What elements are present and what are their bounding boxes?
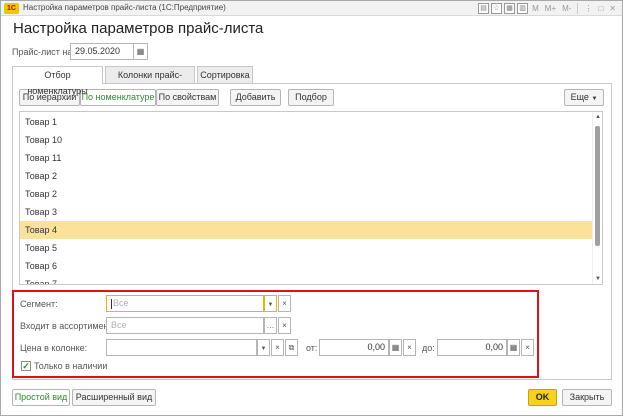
clear-icon: × [282, 321, 287, 330]
calculator-icon: ▦ [509, 343, 518, 352]
title-bar: 1С Настройка параметров прайс-листа (1С:… [1, 1, 622, 16]
in-stock-checkbox[interactable]: ✓ [21, 361, 31, 371]
toolbar-divider [577, 3, 579, 14]
calendar-icon[interactable]: ▦ [504, 3, 516, 14]
app-logo-icon: 1С [4, 3, 19, 14]
list-item[interactable]: Товар 2 [20, 167, 593, 185]
ellipsis-icon: … [266, 321, 275, 330]
list-scrollbar[interactable]: ▲ ▼ [592, 112, 602, 284]
pricelist-date-label: Прайс-лист на: [12, 47, 75, 57]
more-button[interactable]: Еще ▼ [564, 89, 604, 106]
segment-clear-button[interactable]: × [278, 295, 291, 312]
list-item[interactable]: Товар 5 [20, 239, 593, 257]
text-cursor [111, 298, 112, 309]
by-nomenclature-button[interactable]: По номенклатуре [80, 89, 156, 106]
price-to-calculator-button[interactable]: ▦ [507, 339, 520, 356]
segment-field[interactable]: Все [106, 295, 264, 312]
tab-sorting[interactable]: Сортировка [197, 66, 253, 83]
simple-view-button[interactable]: Простой вид [12, 389, 70, 406]
close-icon[interactable]: ✕ [607, 4, 618, 13]
segment-dropdown-button[interactable]: ▼ [264, 295, 277, 312]
price-column-open-button[interactable]: ⧉ [285, 339, 298, 356]
list-item-selected[interactable]: Товар 4 [20, 221, 593, 239]
memory-minus-button[interactable]: M- [560, 4, 573, 13]
maximize-icon[interactable]: □ [596, 4, 605, 13]
clear-icon: × [525, 343, 530, 352]
chevron-down-icon: ▼ [267, 302, 274, 308]
dialog-window: 1С Настройка параметров прайс-листа (1С:… [0, 0, 623, 416]
by-properties-button[interactable]: По свойствам [156, 89, 219, 106]
assortment-field[interactable]: Все [106, 317, 264, 334]
assortment-label: Входит в ассортимент: [20, 321, 116, 331]
price-column-field[interactable] [106, 339, 257, 356]
chevron-down-icon: ▼ [591, 96, 598, 102]
memory-plus-button[interactable]: M+ [543, 4, 558, 13]
price-from-label: от: [306, 343, 318, 353]
pricelist-date-field[interactable]: 29.05.2020 [70, 43, 134, 60]
segment-placeholder: Все [113, 298, 129, 308]
price-from-clear-button[interactable]: × [403, 339, 416, 356]
list-item[interactable]: Товар 3 [20, 203, 593, 221]
assortment-select-button[interactable]: … [264, 317, 277, 334]
menu-icon[interactable]: ⋮ [582, 4, 594, 13]
add-button[interactable]: Добавить [230, 89, 281, 106]
close-button[interactable]: Закрыть [562, 389, 612, 406]
memory-button[interactable]: M [530, 4, 541, 13]
extended-view-button[interactable]: Расширенный вид [72, 389, 156, 406]
calculator-icon[interactable]: ▥ [517, 3, 529, 14]
ok-button[interactable]: OK [528, 389, 557, 406]
window-title: Настройка параметров прайс-листа (1С:Пре… [23, 3, 226, 12]
list-item[interactable]: Товар 7 [20, 275, 593, 284]
price-to-field[interactable]: 0,00 [437, 339, 507, 356]
document-icon[interactable]: ▤ [478, 3, 490, 14]
more-button-label: Еще [570, 92, 589, 102]
form-title: Настройка параметров прайс-листа [13, 20, 264, 37]
favorites-icon[interactable]: ☆ [491, 3, 503, 14]
checkmark-icon: ✓ [22, 361, 30, 371]
clear-icon: × [407, 343, 412, 352]
assortment-placeholder: Все [111, 320, 127, 330]
open-form-icon: ⧉ [288, 343, 295, 352]
segment-label: Сегмент: [20, 299, 58, 309]
assortment-clear-button[interactable]: × [278, 317, 291, 334]
in-stock-label[interactable]: Только в наличии [34, 361, 107, 371]
calculator-icon: ▦ [391, 343, 400, 352]
price-from-field[interactable]: 0,00 [319, 339, 389, 356]
title-toolbar: ▤ ☆ ▦ ▥ M M+ M- ⋮ □ ✕ [478, 2, 618, 15]
clear-icon: × [275, 343, 280, 352]
price-from-calculator-button[interactable]: ▦ [389, 339, 402, 356]
price-column-clear-button[interactable]: × [271, 339, 284, 356]
price-column-label: Цена в колонке: [20, 343, 88, 353]
list-item[interactable]: Товар 10 [20, 131, 593, 149]
scroll-down-icon[interactable]: ▼ [594, 275, 602, 283]
tab-pricelist-columns[interactable]: Колонки прайс-листа [105, 66, 195, 96]
price-to-clear-button[interactable]: × [521, 339, 534, 356]
chevron-down-icon: ▼ [260, 346, 267, 352]
clear-icon: × [282, 299, 287, 308]
price-column-dropdown-button[interactable]: ▼ [257, 339, 270, 356]
tab-nomenclature-filter[interactable]: Отбор номенклатуры [12, 66, 103, 96]
nomenclature-list[interactable]: Товар 1 Товар 10 Товар 11 Товар 2 Товар … [19, 111, 603, 285]
list-item[interactable]: Товар 2 [20, 185, 593, 203]
scroll-up-icon[interactable]: ▲ [594, 113, 602, 121]
list-item[interactable]: Товар 6 [20, 257, 593, 275]
calendar-icon: ▦ [136, 47, 145, 56]
list-item[interactable]: Товар 1 [20, 113, 593, 131]
pick-button[interactable]: Подбор [288, 89, 334, 106]
list-item[interactable]: Товар 11 [20, 149, 593, 167]
scroll-thumb[interactable] [595, 126, 600, 246]
calendar-picker-button[interactable]: ▦ [133, 43, 148, 60]
price-to-label: до: [422, 343, 435, 353]
